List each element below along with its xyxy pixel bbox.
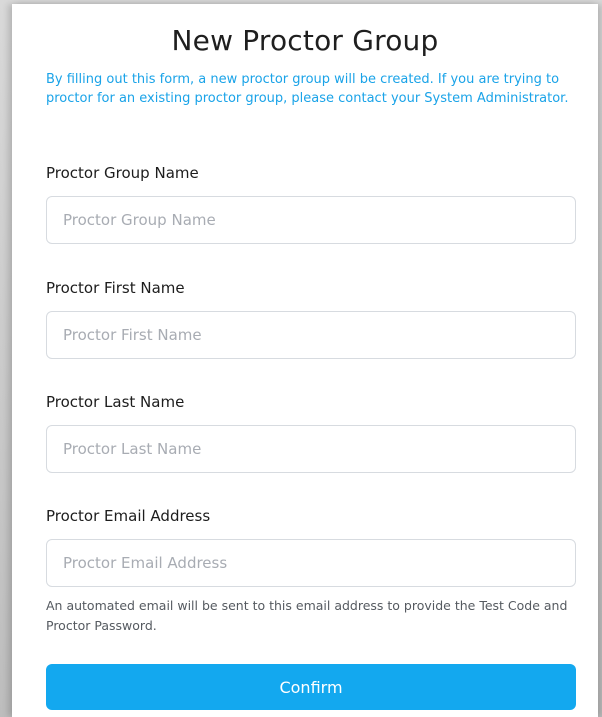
form-intro-text: By filling out this form, a new proctor …: [46, 72, 569, 106]
dialog-frame: New Proctor Group By filling out this fo…: [0, 0, 602, 717]
proctor-last-name-label: Proctor Last Name: [46, 393, 185, 411]
proctor-last-name-input[interactable]: [46, 425, 576, 473]
proctor-group-name-input[interactable]: [46, 196, 576, 244]
confirm-button[interactable]: Confirm: [46, 664, 576, 710]
proctor-group-name-label: Proctor Group Name: [46, 164, 199, 182]
email-helper-text: An automated email will be sent to this …: [46, 598, 568, 633]
form-title: New Proctor Group: [171, 24, 439, 57]
proctor-first-name-input[interactable]: [46, 311, 576, 359]
proctor-email-input[interactable]: [46, 539, 576, 587]
proctor-first-name-label: Proctor First Name: [46, 279, 185, 297]
new-proctor-group-form: New Proctor Group By filling out this fo…: [12, 4, 598, 717]
proctor-email-label: Proctor Email Address: [46, 507, 211, 525]
